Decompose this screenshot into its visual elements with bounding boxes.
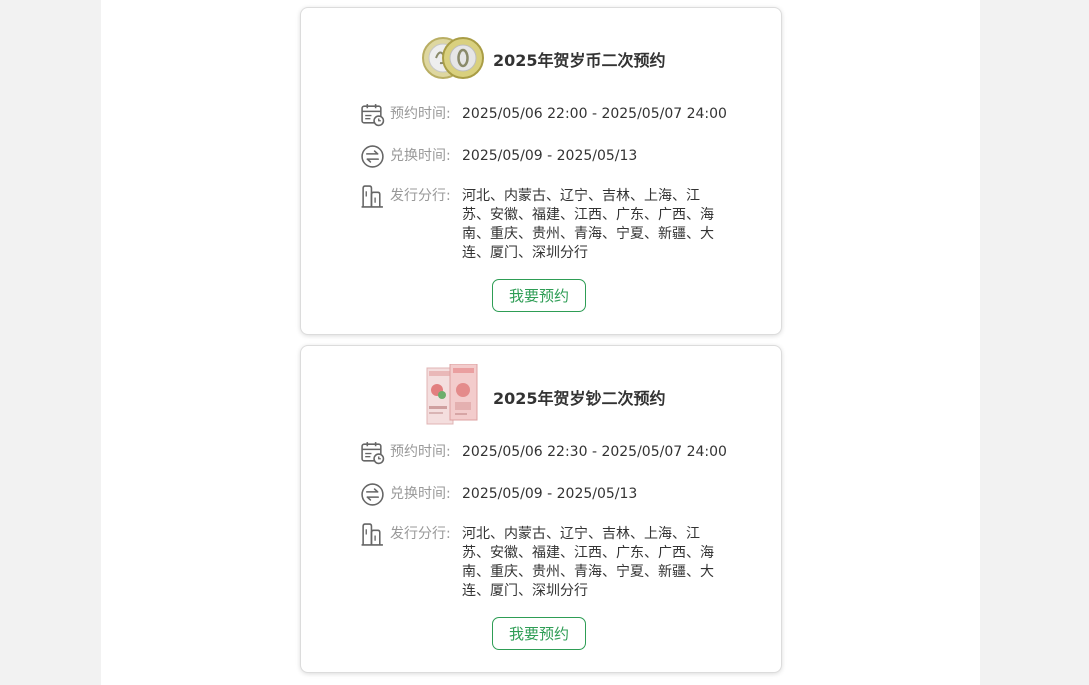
exchange-time-label: 兑换时间:: [390, 148, 451, 164]
card-title: 2025年贺岁币二次预约: [493, 51, 666, 70]
branch-value: 河北、内蒙古、辽宁、吉林、上海、江苏、安徽、福建、江西、广东、广西、海南、重庆、…: [462, 188, 714, 261]
page-container: 2025年贺岁币二次预约 预约时间: 2025/05/06 22:00 - 20…: [101, 0, 980, 685]
branch-label: 发行分行:: [390, 188, 451, 204]
coin-reservation-card: 2025年贺岁币二次预约 预约时间: 2025/05/06 22:00 - 20…: [300, 7, 782, 335]
banknote-image: [426, 364, 478, 425]
card-title: 2025年贺岁钞二次预约: [493, 389, 666, 408]
exchange-icon: [361, 145, 384, 168]
coin-image: [422, 37, 484, 79]
exchange-icon: [361, 483, 384, 506]
exchange-time-value: 2025/05/09 - 2025/05/13: [462, 148, 638, 164]
reserve-time-label: 预约时间:: [390, 444, 451, 460]
branch-label: 发行分行:: [390, 526, 451, 542]
reserve-button[interactable]: 我要预约: [492, 617, 586, 650]
card-header: 2025年贺岁币二次预约: [301, 36, 781, 80]
reserve-time-label: 预约时间:: [390, 106, 451, 122]
calendar-clock-icon: [361, 104, 385, 127]
calendar-clock-icon: [361, 442, 385, 465]
exchange-time-value: 2025/05/09 - 2025/05/13: [462, 486, 638, 502]
banknote-reservation-card: 2025年贺岁钞二次预约 预约时间: 2025/05/06 22:30 - 20…: [300, 345, 782, 673]
exchange-time-label: 兑换时间:: [390, 486, 451, 502]
card-header: 2025年贺岁钞二次预约: [301, 364, 781, 426]
bank-building-icon: [361, 185, 383, 208]
branch-value: 河北、内蒙古、辽宁、吉林、上海、江苏、安徽、福建、江西、广东、广西、海南、重庆、…: [462, 526, 714, 599]
reserve-button[interactable]: 我要预约: [492, 279, 586, 312]
reserve-time-value: 2025/05/06 22:30 - 2025/05/07 24:00: [462, 444, 727, 460]
bank-building-icon: [361, 523, 383, 546]
reserve-time-value: 2025/05/06 22:00 - 2025/05/07 24:00: [462, 106, 727, 122]
